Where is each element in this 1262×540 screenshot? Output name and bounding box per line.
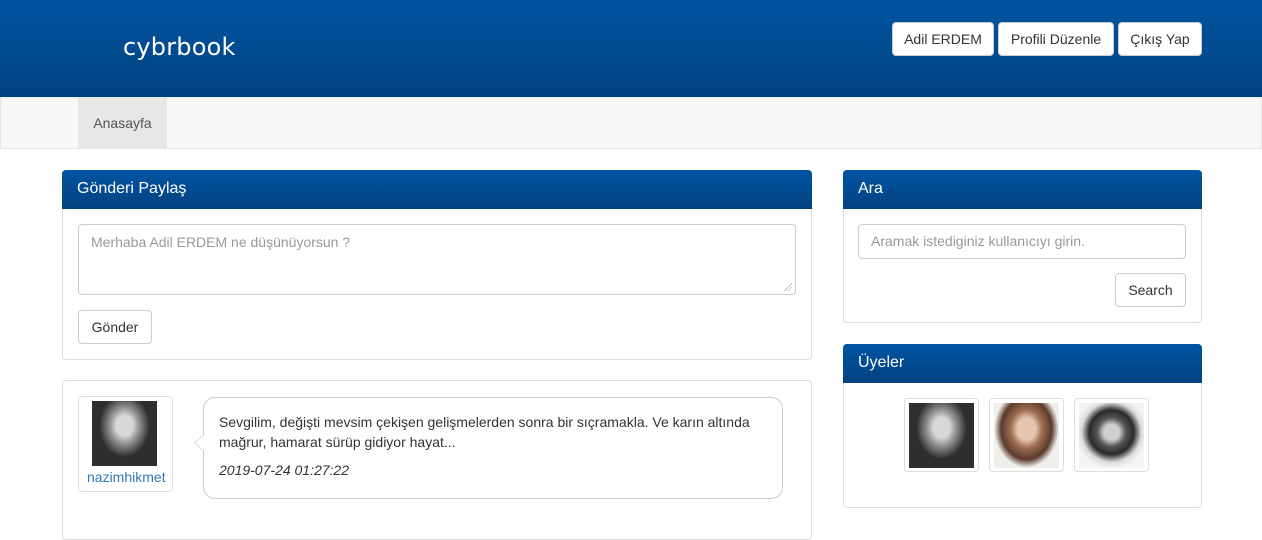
post-textarea[interactable]: Merhaba Adil ERDEM ne düşünüyorsun ? xyxy=(78,224,796,295)
share-post-panel-title: Gönderi Paylaş xyxy=(62,170,812,209)
logout-button[interactable]: Çıkış Yap xyxy=(1118,22,1202,56)
user-profile-button[interactable]: Adil ERDEM xyxy=(892,22,994,56)
brand-logo[interactable]: cybrbook xyxy=(123,33,236,61)
search-panel-title: Ara xyxy=(843,170,1202,209)
user-search-placeholder: Aramak istediginiz kullanıcıyı girin. xyxy=(871,233,1085,249)
user-search-input[interactable]: Aramak istediginiz kullanıcıyı girin. xyxy=(858,224,1186,259)
members-panel: Üyeler xyxy=(843,344,1202,508)
post-text: Sevgilim, değişti mevsim çekişen gelişme… xyxy=(219,414,750,450)
member-thumb[interactable] xyxy=(904,398,979,472)
post-feed-panel: nazimhikmet Sevgilim, değişti mevsim çek… xyxy=(62,380,812,540)
members-panel-title: Üyeler xyxy=(843,344,1202,383)
member-thumb[interactable] xyxy=(989,398,1064,472)
edit-profile-button[interactable]: Profili Düzenle xyxy=(998,22,1114,56)
resize-grip-icon[interactable] xyxy=(784,283,792,291)
search-panel: Ara Aramak istediginiz kullanıcıyı girin… xyxy=(843,170,1202,323)
post-bubble: Sevgilim, değişti mevsim çekişen gelişme… xyxy=(194,397,783,499)
post-timestamp: 2019-07-24 01:27:22 xyxy=(219,462,349,478)
post-textarea-placeholder: Merhaba Adil ERDEM ne düşünüyorsun ? xyxy=(91,234,351,250)
author-avatar[interactable] xyxy=(92,401,157,466)
share-post-panel: Gönderi Paylaş Merhaba Adil ERDEM ne düş… xyxy=(62,170,812,360)
member-thumb[interactable] xyxy=(1074,398,1149,472)
top-header: cybrbook Adil ERDEM Profili Düzenle Çıkı… xyxy=(0,0,1262,97)
member-avatar[interactable] xyxy=(1079,403,1144,468)
author-username-link[interactable]: nazimhikmet xyxy=(87,469,166,485)
navbar: Anasayfa xyxy=(0,97,1262,149)
member-avatar[interactable] xyxy=(909,403,974,468)
member-avatar[interactable] xyxy=(994,403,1059,468)
nav-item-home[interactable]: Anasayfa xyxy=(78,98,167,148)
search-button[interactable]: Search xyxy=(1115,273,1186,307)
submit-post-button[interactable]: Gönder xyxy=(78,310,152,344)
